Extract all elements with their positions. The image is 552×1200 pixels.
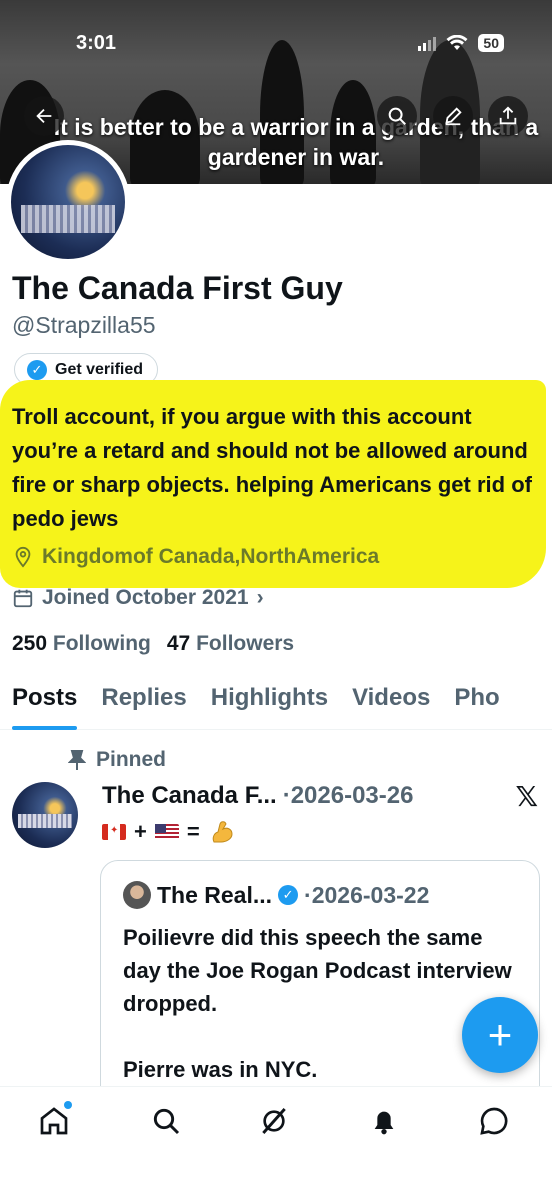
following-count: 250: [12, 632, 48, 655]
back-icon: [36, 108, 52, 124]
back-button[interactable]: [24, 96, 64, 136]
location-pin-icon: [15, 546, 31, 568]
tab-replies[interactable]: Replies: [89, 680, 198, 730]
home-icon: [40, 1107, 68, 1135]
following-label: Following: [52, 632, 151, 655]
battery-indicator: 50: [478, 34, 504, 52]
location-label: Kingdomof Canada,NorthAmerica: [42, 545, 380, 568]
tab-videos[interactable]: Videos: [340, 680, 442, 730]
tab-photos[interactable]: Pho: [442, 680, 511, 730]
verified-badge-icon: ✓: [27, 359, 47, 380]
flexed-biceps-icon: [212, 821, 233, 843]
tab-posts[interactable]: Posts: [0, 680, 89, 730]
quoted-post-date: ·2026-03-22: [304, 881, 430, 908]
compose-button[interactable]: +: [462, 997, 538, 1073]
share-icon: [499, 106, 517, 125]
following-link[interactable]: 250 Following: [12, 632, 151, 656]
explore-icon: [153, 1108, 180, 1135]
nav-notifications[interactable]: [366, 1103, 402, 1139]
search-button[interactable]: [377, 96, 417, 136]
status-indicators: 50: [418, 34, 504, 52]
nav-messages[interactable]: [476, 1103, 512, 1139]
nav-home[interactable]: [36, 1101, 72, 1139]
chevron-right-icon: ›: [256, 586, 264, 609]
followers-count: 47: [166, 632, 191, 655]
nav-explore[interactable]: [148, 1103, 184, 1139]
canada-flag-icon: [102, 824, 126, 840]
profile-location: Kingdomof Canada,NorthAmerica: [12, 545, 379, 569]
pin-icon: [68, 750, 86, 770]
get-verified-label: Get verified: [55, 360, 144, 378]
pinned-label: Pinned: [96, 748, 167, 771]
followers-label: Followers: [196, 632, 295, 655]
profile-name: The Canada First Guy: [12, 270, 343, 306]
post-body: + =: [102, 818, 236, 846]
bottom-navigation: [0, 1086, 552, 1200]
quoted-author-avatar: [123, 881, 151, 909]
quoted-text-paragraph-2: Pierre was in NYC.: [123, 1057, 318, 1082]
profile-handle: @Strapzilla55: [12, 312, 156, 338]
profile-avatar[interactable]: [6, 140, 130, 264]
profile-joined[interactable]: Joined October 2021 ›: [12, 586, 264, 610]
profile-bio: Troll account, if you argue with this ac…: [12, 404, 532, 531]
quoted-text-paragraph-1: Poilievre did this speech the same day t…: [123, 925, 512, 1016]
search-icon: [388, 107, 406, 125]
followers-link[interactable]: 47 Followers: [167, 632, 294, 656]
post-author-avatar[interactable]: [12, 782, 78, 848]
nav-grok[interactable]: [256, 1103, 292, 1139]
post-header: The Canada F... ·2026-03-26: [102, 782, 413, 810]
quoted-post-text: Poilievre did this speech the same day t…: [123, 921, 523, 1086]
compose-plus-icon: +: [487, 1011, 513, 1058]
follow-stats: 250 Following 47 Followers: [12, 632, 294, 656]
profile-tabs: Posts Replies Highlights Videos Pho: [0, 680, 552, 730]
quoted-post-card[interactable]: The Real... ✓ ·2026-03-22 Poilievre did …: [100, 860, 540, 1120]
edit-button[interactable]: [433, 96, 473, 136]
quoted-post-header: The Real... ✓ ·2026-03-22: [123, 881, 429, 909]
notifications-icon: [374, 1111, 394, 1135]
signal-icon: [418, 35, 437, 51]
edit-icon: [445, 107, 462, 126]
share-button[interactable]: [488, 96, 528, 136]
joined-label: Joined October 2021: [42, 586, 249, 609]
x-logo-icon: 𝕏: [515, 781, 538, 812]
post-equals: =: [186, 819, 200, 844]
post-plus: +: [134, 819, 147, 844]
post-date: ·2026-03-26: [282, 782, 414, 809]
notification-dot: [64, 1101, 72, 1109]
calendar-icon: [13, 589, 33, 608]
messages-icon: [480, 1107, 508, 1135]
post-author-name[interactable]: The Canada F...: [102, 782, 277, 810]
quoted-author-name: The Real...: [157, 881, 273, 908]
us-flag-icon: [154, 824, 179, 840]
tab-highlights[interactable]: Highlights: [199, 680, 340, 730]
verified-badge-icon: ✓: [278, 885, 299, 905]
status-time: 3:01: [76, 32, 117, 54]
grok-icon: [262, 1108, 286, 1134]
wifi-icon: [446, 35, 468, 50]
pinned-indicator: Pinned: [68, 748, 166, 772]
